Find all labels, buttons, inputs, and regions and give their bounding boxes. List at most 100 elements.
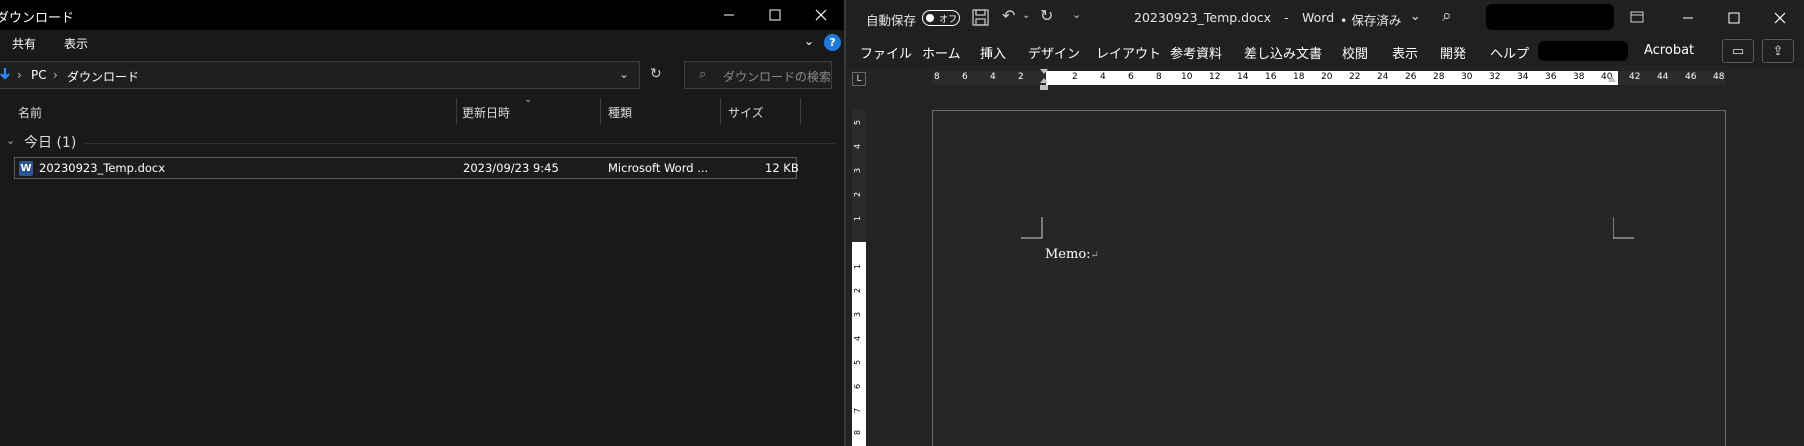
tab-developer[interactable]: 開発 [1440,43,1466,62]
ruler-number: 3 [853,167,863,174]
close-icon [815,9,827,21]
ribbon-display-icon[interactable] [1630,11,1644,23]
close-icon[interactable] [1774,12,1786,24]
close-button[interactable] [798,0,844,30]
column-separator[interactable] [456,98,457,124]
search-icon: ⌕ [699,67,707,82]
indent-marker-icon[interactable] [1039,68,1049,92]
ruler-number: 5 [853,359,863,366]
column-separator[interactable] [800,98,801,124]
autosave-toggle[interactable]: オフ [922,10,960,26]
share-button[interactable]: ⇪ [1762,39,1794,63]
maximize-icon[interactable] [1728,12,1740,24]
address-dropdown-icon[interactable]: ⌄ [619,67,629,81]
tab-home[interactable]: ホーム [922,43,961,62]
tab-view[interactable]: 表示 [64,35,88,52]
explorer-title: ダウンロード [0,11,75,26]
autosave-label: 自動保存 [866,13,917,28]
ruler-number: 28 [1433,72,1445,82]
margin-corner-top-left [1021,217,1043,239]
column-header-name[interactable]: 名前 [18,104,42,121]
tab-design[interactable]: デザイン [1028,43,1080,62]
ruler-number: 32 [1489,72,1501,82]
ruler-number: 4 [853,335,863,342]
group-header-today[interactable]: 今日 (1) [24,132,76,152]
breadcrumb-separator-icon: › [53,68,58,82]
file-row[interactable]: W 20230923_Temp.docx 2023/09/23 9:45 Mic… [14,157,799,179]
save-status-chevron-icon[interactable]: ⌄ [1410,8,1420,23]
group-collapse-icon[interactable]: ⌄ [6,134,15,147]
breadcrumb-downloads[interactable]: ダウンロード [67,68,139,85]
tab-mailings[interactable]: 差し込み文書 [1244,43,1322,62]
ruler-number: 6 [1128,72,1134,82]
chevron-down-icon[interactable]: ⌄ [804,34,814,48]
ruler-number: 2 [1072,72,1078,82]
save-status[interactable]: • 保存済み [1340,10,1401,29]
ruler-number: 2 [1018,72,1024,82]
document-text[interactable]: Memo:↵ [1045,247,1099,262]
ruler-number: 5 [853,119,863,126]
search-icon[interactable]: ⌕ [1442,6,1452,26]
ribbon-tabs: ファイル ホーム 挿入 デザイン レイアウト 参考資料 差し込み文書 校閲 表示… [846,36,1804,66]
search-input[interactable]: ⌕ ダウンロードの検索 [684,61,832,89]
address-bar[interactable]: › PC › ダウンロード ⌄ [0,61,640,89]
app-name: Word [1302,10,1335,25]
maximize-button[interactable] [752,0,798,30]
column-header-modified[interactable]: 更新日時 [462,104,510,121]
tab-references[interactable]: 参考資料 [1170,43,1222,62]
column-header-size[interactable]: サイズ [728,104,764,121]
document-page[interactable]: Memo:↵ [932,110,1726,446]
ruler-number: 4 [990,72,996,82]
file-modified: 2023/09/23 9:45 [463,161,559,175]
customize-toolbar-icon[interactable]: ⌄ [1072,8,1081,21]
ruler-number: 24 [1377,72,1389,82]
column-separator[interactable] [600,98,601,124]
breadcrumb-pc[interactable]: PC [31,68,47,82]
column-header-type[interactable]: 種類 [608,104,632,121]
tab-insert[interactable]: 挿入 [980,43,1006,62]
ruler-number: 6 [853,383,863,390]
help-icon[interactable]: ? [824,34,841,51]
paragraph-mark-icon: ↵ [1090,250,1099,261]
ruler-number: 38 [1573,72,1585,82]
file-size: 12 KB [765,161,799,175]
tab-help[interactable]: ヘルプ [1490,43,1529,62]
ruler-number: 1 [853,263,863,270]
tab-layout[interactable]: レイアウト [1096,43,1161,62]
search-placeholder: ダウンロードの検索 [723,70,832,84]
minimize-button[interactable] [706,0,752,30]
minimize-icon[interactable] [1682,12,1694,24]
save-icon[interactable] [972,9,989,26]
ruler-number: 42 [1629,72,1641,82]
undo-icon[interactable]: ↶ [1002,6,1015,25]
vruler-margin-top [852,110,866,242]
tab-acrobat[interactable]: Acrobat [1644,43,1694,58]
tab-file[interactable]: ファイル [860,43,912,62]
undo-dropdown-icon[interactable]: ⌄ [1022,10,1030,21]
right-indent-marker-icon[interactable] [1607,75,1617,85]
comments-button[interactable]: ▭ [1722,39,1754,63]
tab-view[interactable]: 表示 [1392,43,1418,62]
column-separator[interactable] [720,98,721,124]
redo-icon[interactable]: ↻ [1040,6,1053,25]
tab-review[interactable]: 校閲 [1342,43,1368,62]
ruler-number: 20 [1321,72,1333,82]
document-title: 20230923_Temp.docx [1134,10,1272,25]
ruler-number: 7 [853,407,863,414]
ruler-number: 30 [1461,72,1473,82]
ruler-number: 22 [1349,72,1361,82]
vertical-ruler[interactable]: 5 4 3 2 1 1 2 3 4 5 6 7 8 [852,110,866,446]
tab-share[interactable]: 共有 [12,35,36,52]
title-separator: - [1284,10,1289,25]
redacted-tab [1538,41,1628,61]
explorer-titlebar: ダウンロード [0,0,844,30]
ruler-number: 8 [1156,72,1162,82]
share-icon: ⇪ [1772,43,1784,59]
file-type: Microsoft Word ... [608,161,709,175]
ruler-number: 26 [1405,72,1417,82]
ruler-margin-left [932,71,1046,85]
refresh-icon[interactable]: ↻ [650,66,662,82]
explorer-ribbon: 共有 表示 ⌄ ? [0,30,844,56]
tab-selector[interactable]: L [852,72,866,86]
ruler-number: 18 [1293,72,1305,82]
